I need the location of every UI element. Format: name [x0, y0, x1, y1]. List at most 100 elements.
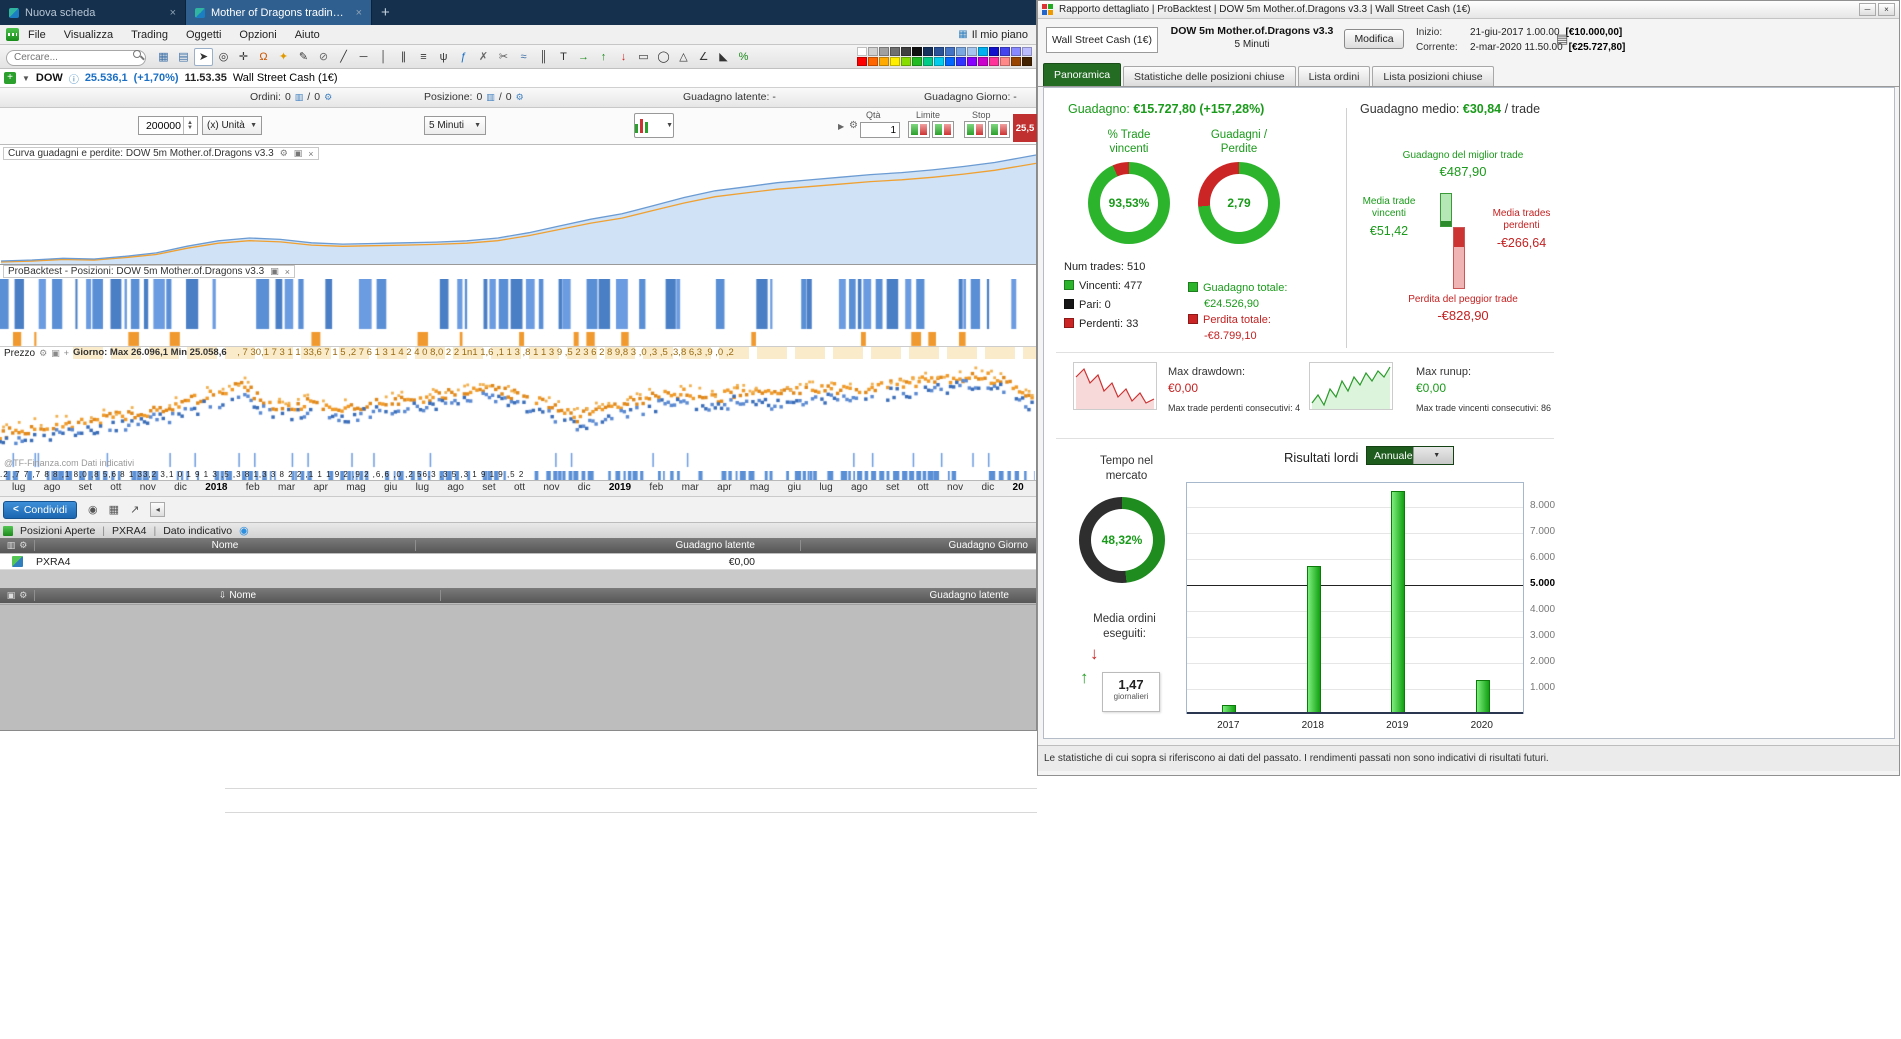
- triangle-icon[interactable]: △: [674, 48, 693, 66]
- palette-color-swatch[interactable]: [1000, 57, 1010, 66]
- palette-color-swatch[interactable]: [923, 47, 933, 56]
- column-header-name[interactable]: Nome: [34, 540, 415, 551]
- menu-opzioni[interactable]: Opzioni: [239, 29, 276, 41]
- grid-view-icon[interactable]: ▦: [109, 503, 119, 516]
- palette-color-swatch[interactable]: [923, 57, 933, 66]
- scissors-icon[interactable]: ✂: [494, 48, 513, 66]
- instrument-dropdown-icon[interactable]: ▼: [22, 74, 30, 83]
- palette-color-swatch[interactable]: [945, 47, 955, 56]
- scroll-left-button[interactable]: ◂: [150, 502, 166, 517]
- limit-buy-button[interactable]: [908, 121, 930, 138]
- price-add-icon[interactable]: +: [64, 348, 69, 359]
- palette-color-swatch[interactable]: [956, 57, 966, 66]
- palette-color-swatch[interactable]: [857, 57, 867, 66]
- workspace-icon[interactable]: ▦: [154, 48, 173, 66]
- positions-popout-icon[interactable]: ▣: [270, 266, 279, 277]
- crosshair-icon[interactable]: ✛: [234, 48, 253, 66]
- delete-icon[interactable]: ✗: [474, 48, 493, 66]
- orders-list-icon[interactable]: ▥: [295, 92, 304, 103]
- panel-popout-icon[interactable]: ▣: [294, 148, 303, 159]
- menu-aiuto[interactable]: Aiuto: [295, 29, 320, 41]
- select-column-icon[interactable]: ▥: [7, 540, 16, 551]
- palette-color-swatch[interactable]: [956, 47, 966, 56]
- share-button[interactable]: < Condividi: [3, 500, 78, 519]
- export-icon[interactable]: ▤: [1556, 31, 1568, 47]
- palette-color-swatch[interactable]: [978, 57, 988, 66]
- my-plan-link[interactable]: ▦ Il mio piano: [958, 29, 1036, 41]
- price-settings-icon[interactable]: ⚙: [39, 348, 47, 359]
- column-header-latent-gain[interactable]: Guadagno latente: [415, 540, 800, 551]
- arrow-up-icon[interactable]: ↑: [594, 48, 613, 66]
- pointer-icon[interactable]: ➤: [194, 47, 213, 66]
- palette-color-swatch[interactable]: [1000, 47, 1010, 56]
- palette-color-swatch[interactable]: [868, 47, 878, 56]
- modify-button[interactable]: Modifica: [1344, 29, 1404, 49]
- stepper-down-icon[interactable]: ▼: [187, 125, 193, 131]
- palette-color-swatch[interactable]: [989, 57, 999, 66]
- palette-color-swatch[interactable]: [1022, 47, 1032, 56]
- palette-color-swatch[interactable]: [857, 47, 867, 56]
- watchlist-icon[interactable]: ▤: [174, 48, 193, 66]
- palette-color-swatch[interactable]: [945, 57, 955, 66]
- alert-icon[interactable]: ✦: [274, 48, 293, 66]
- trading-settings-icon[interactable]: ⚙: [849, 120, 858, 131]
- unit-select[interactable]: (x) Unità ▼: [202, 116, 262, 135]
- tab-close-icon[interactable]: ×: [170, 7, 176, 19]
- qty-input[interactable]: [860, 122, 900, 138]
- panel-settings-icon[interactable]: ⚙: [280, 148, 288, 159]
- period-select[interactable]: Annuale ▼: [1366, 446, 1454, 465]
- report-tab-2[interactable]: Statistiche delle posizioni chiuse: [1123, 66, 1296, 86]
- search-input[interactable]: [6, 49, 146, 66]
- expand-trading-icon[interactable]: ▶: [838, 122, 844, 131]
- palette-color-swatch[interactable]: [1022, 57, 1032, 66]
- orders-gear-icon[interactable]: ⚙: [324, 92, 332, 103]
- palette-color-swatch[interactable]: [868, 57, 878, 66]
- palette-color-swatch[interactable]: [989, 47, 999, 56]
- broadcast-icon[interactable]: ◉: [88, 503, 98, 516]
- menu-oggetti[interactable]: Oggetti: [186, 29, 221, 41]
- column2-header-name[interactable]: ⇩ Nome: [34, 590, 440, 601]
- add-instrument-icon[interactable]: +: [4, 72, 16, 84]
- palette-color-swatch[interactable]: [901, 47, 911, 56]
- ellipse-icon[interactable]: ◯: [654, 48, 673, 66]
- palette-color-swatch[interactable]: [967, 57, 977, 66]
- browser-tab[interactable]: Mother of Dragons trading strat ×: [186, 0, 372, 25]
- menu-visualizza[interactable]: Visualizza: [64, 29, 113, 41]
- palette-color-swatch[interactable]: [1011, 47, 1021, 56]
- quantity-input[interactable]: [139, 117, 183, 134]
- arrow-down-icon[interactable]: ↓: [614, 48, 633, 66]
- horizontal-line-icon[interactable]: ─: [354, 48, 373, 66]
- table-row[interactable]: PXRA4 €0,00: [0, 554, 1036, 570]
- palette-color-swatch[interactable]: [934, 47, 944, 56]
- panel-close-icon[interactable]: ×: [308, 149, 313, 159]
- select-column-icon[interactable]: ▣: [7, 590, 16, 601]
- menu-trading[interactable]: Trading: [131, 29, 168, 41]
- sell-price-button[interactable]: 25,5: [1013, 114, 1037, 142]
- palette-color-swatch[interactable]: [967, 47, 977, 56]
- close-icon[interactable]: ×: [1878, 3, 1895, 16]
- tab-close-icon[interactable]: ×: [356, 7, 362, 19]
- stop-sell-button[interactable]: [988, 121, 1010, 138]
- stepper-arrows[interactable]: ▲ ▼: [183, 117, 196, 134]
- fan-icon[interactable]: ◣: [714, 48, 733, 66]
- vertical-line-icon[interactable]: │: [374, 48, 393, 66]
- search-icon[interactable]: [133, 50, 141, 59]
- arrow-right-icon[interactable]: →: [574, 48, 593, 66]
- trendline-icon[interactable]: ╱: [334, 48, 353, 66]
- report-tab-1[interactable]: Panoramica: [1043, 63, 1122, 86]
- timeframe-select[interactable]: 5 Minuti ▼: [424, 116, 486, 135]
- browser-tab[interactable]: Nuova scheda ×: [0, 0, 186, 25]
- table2-settings-icon[interactable]: ⚙: [19, 590, 27, 601]
- palette-color-swatch[interactable]: [901, 57, 911, 66]
- info-icon[interactable]: ⓘ: [69, 71, 79, 86]
- report-tab-3[interactable]: Lista ordini: [1297, 66, 1371, 86]
- palette-color-swatch[interactable]: [890, 57, 900, 66]
- position-list-icon[interactable]: ▥: [486, 92, 495, 103]
- position-gear-icon[interactable]: ⚙: [516, 92, 524, 103]
- stop-buy-button[interactable]: [964, 121, 986, 138]
- symbol-label[interactable]: PXRA4: [112, 525, 146, 537]
- pencil-icon[interactable]: ✎: [294, 48, 313, 66]
- new-tab-button[interactable]: +: [372, 0, 399, 25]
- palette-color-swatch[interactable]: [879, 47, 889, 56]
- angle-icon[interactable]: ∠: [694, 48, 713, 66]
